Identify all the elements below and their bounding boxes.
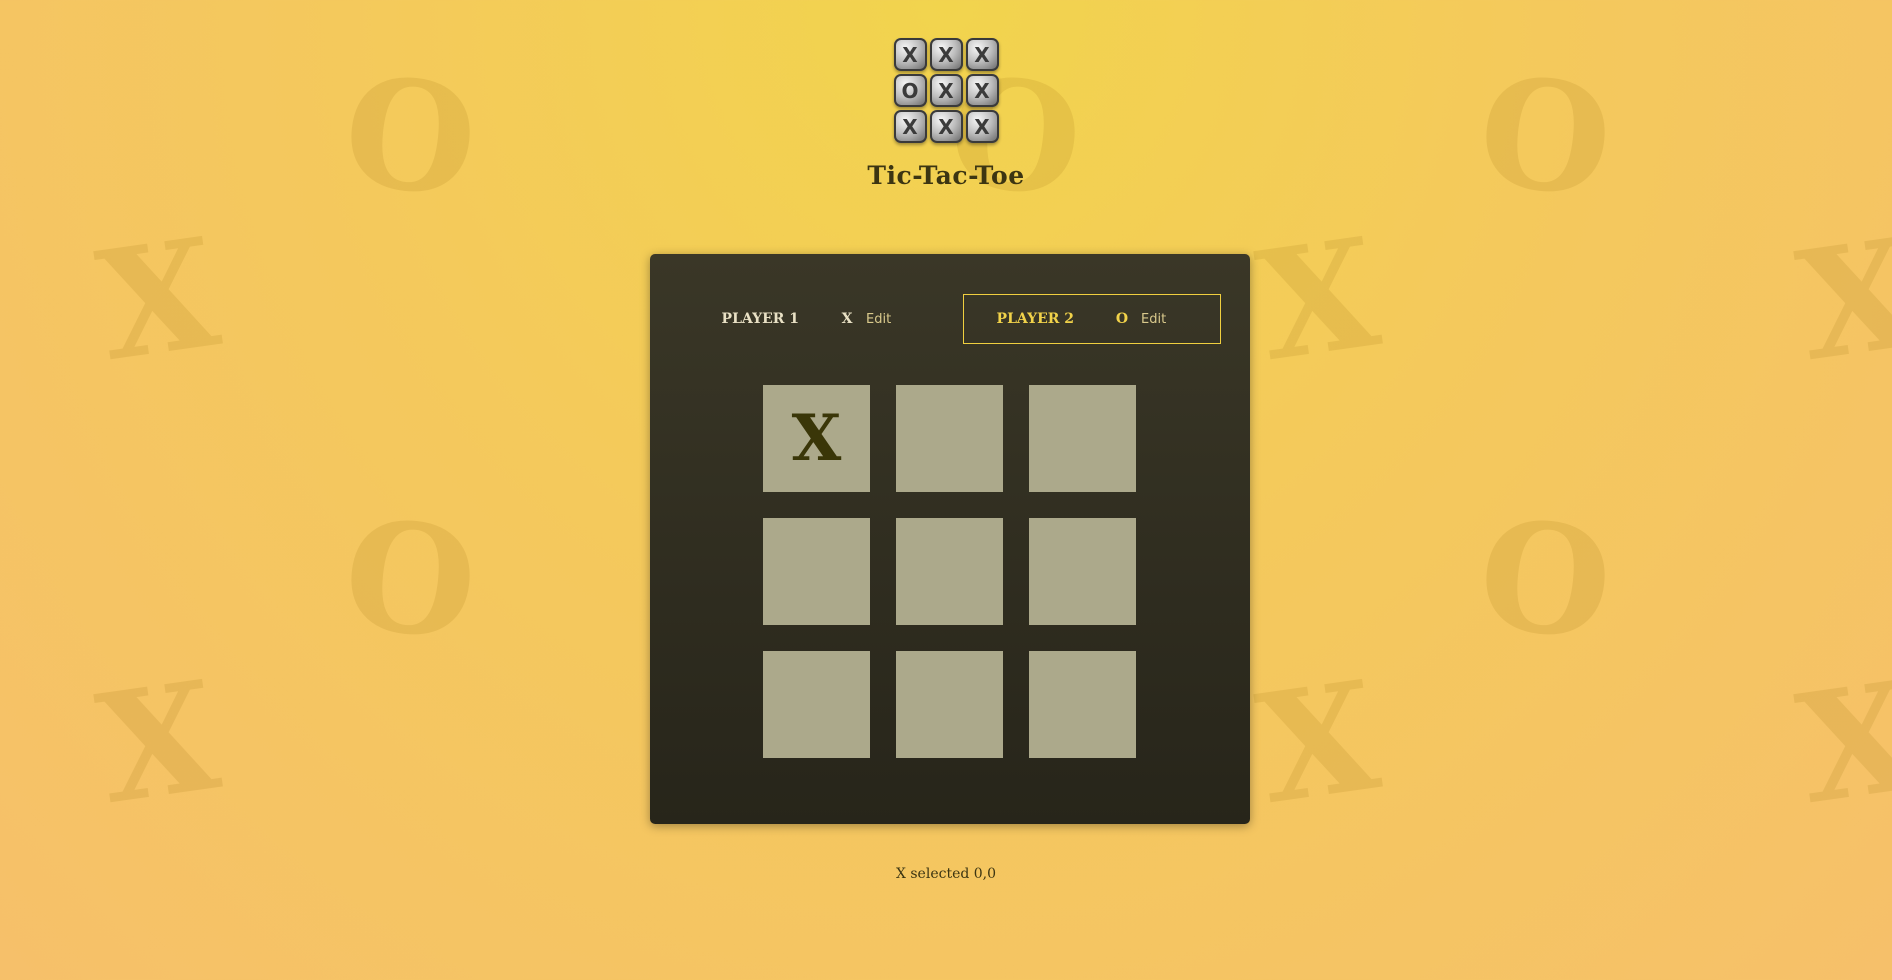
player-1-name: Player 1 [721, 311, 799, 327]
background-o-glyph: O [1471, 485, 1620, 675]
board-cell-2-2[interactable] [1029, 651, 1136, 758]
game-board: X [763, 385, 1136, 758]
background-x-glyph: X [1788, 204, 1892, 396]
board-cell-0-1[interactable] [896, 385, 1003, 492]
player-2-symbol: O [1115, 311, 1129, 327]
logo: X X X O X X X X X [893, 38, 999, 143]
player-2-name: Player 2 [996, 311, 1074, 327]
move-log: X selected 0,0 [895, 866, 997, 882]
logo-tile: O [893, 74, 927, 107]
background-x-glyph: X [88, 204, 229, 396]
logo-tile: X [929, 38, 963, 71]
background-x-glyph: X [1248, 204, 1389, 396]
game-panel: Player 1 X Edit Player 2 O Edit X [650, 254, 1250, 824]
player-2-edit-button[interactable]: Edit [1141, 312, 1166, 327]
background-x-glyph: X [1788, 647, 1892, 839]
background-x-glyph: X [1248, 647, 1389, 839]
app-header: X X X O X X X X X Tic-Tac-Toe [0, 38, 1892, 190]
logo-tile: X [893, 38, 927, 71]
player-1-symbol: X [841, 311, 853, 327]
logo-tile: X [929, 74, 963, 107]
board-cell-0-0[interactable]: X [763, 385, 870, 492]
board-cell-1-1[interactable] [896, 518, 1003, 625]
logo-tile: X [965, 74, 999, 107]
board-cell-2-1[interactable] [896, 651, 1003, 758]
player-2-card-active: Player 2 O Edit [963, 294, 1221, 344]
player-1-edit-button[interactable]: Edit [866, 312, 891, 327]
logo-tile: X [893, 110, 927, 143]
page-title: Tic-Tac-Toe [867, 161, 1025, 190]
background-x-glyph: X [88, 647, 229, 839]
logo-tile: X [965, 38, 999, 71]
board-cell-2-0[interactable] [763, 651, 870, 758]
board-cell-1-0[interactable] [763, 518, 870, 625]
board-cell-0-2[interactable] [1029, 385, 1136, 492]
board-cell-1-2[interactable] [1029, 518, 1136, 625]
logo-tile: X [965, 110, 999, 143]
player-1-card: Player 1 X Edit [688, 294, 946, 344]
logo-tile: X [929, 110, 963, 143]
background-o-glyph: O [336, 485, 485, 675]
